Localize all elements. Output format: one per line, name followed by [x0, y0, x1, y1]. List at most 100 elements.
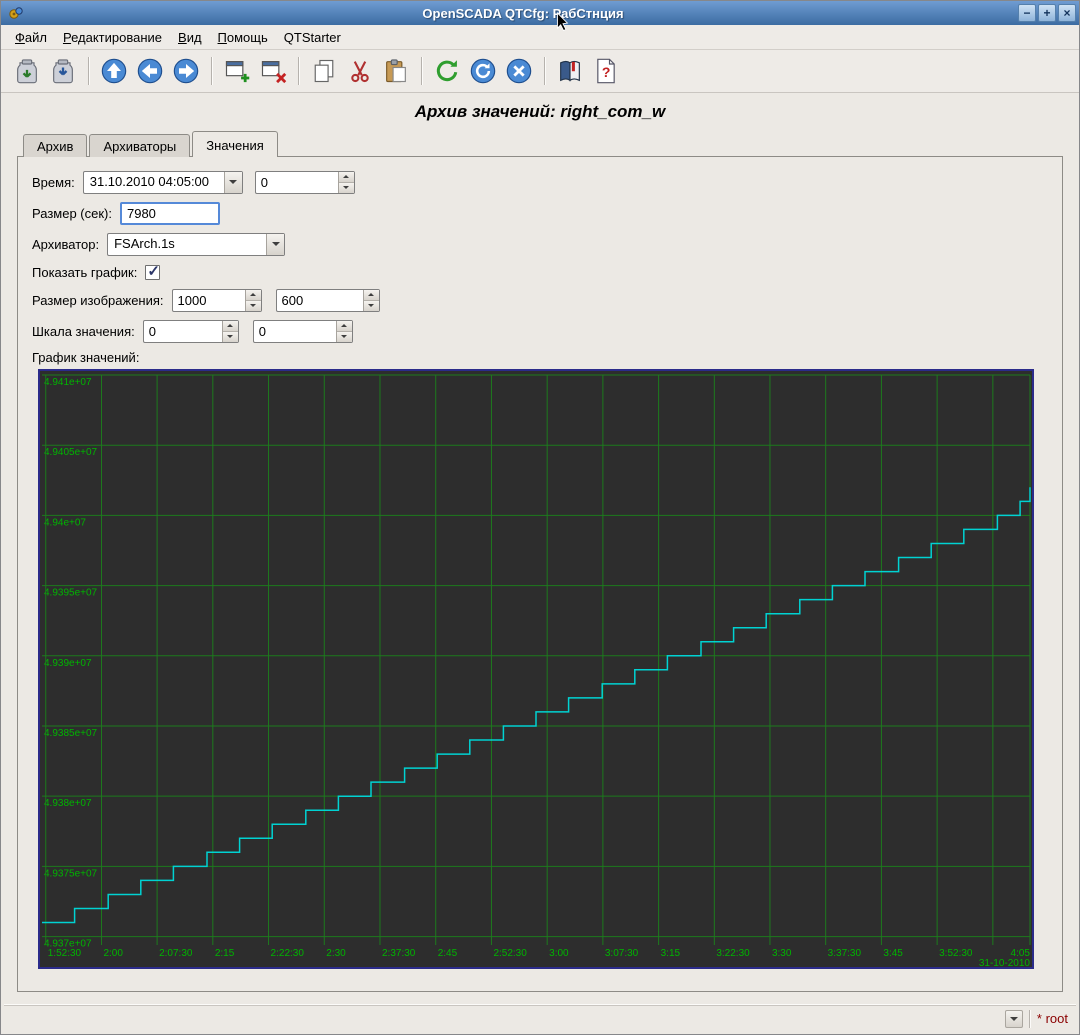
time-usec-spinbox[interactable]: 0	[255, 171, 355, 194]
svg-text:4.94e+07: 4.94e+07	[44, 517, 86, 528]
item-delete-button[interactable]	[255, 53, 291, 89]
show-graph-label: Показать график:	[32, 265, 137, 280]
item-delete-icon	[259, 57, 287, 85]
spin-down-button[interactable]	[339, 182, 354, 193]
size-row: Размер (сек):	[32, 201, 1048, 225]
trend-plot: 4.941e+07 4.9405e+07 4.94e+07 4.9395e+07 4.9…	[40, 371, 1032, 967]
scale-max-value: 0	[254, 321, 336, 342]
spin-down-button[interactable]	[223, 331, 238, 342]
spin-up-button[interactable]	[223, 321, 238, 331]
spin-down-button[interactable]	[337, 331, 352, 342]
scale-row: Шкала значения: 0 0	[32, 319, 1048, 343]
window-title: OpenSCADA QTCfg: РабСтнция	[30, 6, 1016, 21]
spin-up-button[interactable]	[337, 321, 352, 331]
save-to-db-button[interactable]	[45, 53, 81, 89]
menu-qtstarter[interactable]: QTStarter	[276, 27, 349, 48]
stop-update-button[interactable]	[501, 53, 537, 89]
image-width-value: 1000	[173, 290, 245, 311]
close-button[interactable]: ×	[1058, 4, 1076, 22]
chevron-down-icon[interactable]	[224, 172, 242, 193]
go-next-button[interactable]	[168, 53, 204, 89]
page-title: Архив значений: right_com_w	[1, 102, 1079, 122]
load-from-db-button[interactable]	[9, 53, 45, 89]
spin-up-button[interactable]	[246, 290, 261, 300]
archiver-combobox[interactable]: FSArch.1s	[107, 233, 285, 256]
show-graph-row: Показать график:	[32, 263, 1048, 281]
svg-text:2:52:30: 2:52:30	[493, 948, 527, 959]
paste-button[interactable]	[378, 53, 414, 89]
scale-max-spinbox[interactable]: 0	[253, 320, 353, 343]
spin-down-button[interactable]	[246, 300, 261, 311]
start-update-button[interactable]	[465, 53, 501, 89]
toolbar-separator	[298, 57, 299, 85]
svg-text:2:07:30: 2:07:30	[159, 948, 193, 959]
chevron-down-icon[interactable]	[266, 234, 284, 255]
svg-text:1:52:30: 1:52:30	[48, 948, 82, 959]
menu-file[interactable]: Файл	[7, 27, 55, 48]
save-to-db-icon	[49, 57, 77, 85]
time-combobox[interactable]: 31.10.2010 04:05:00	[83, 171, 243, 194]
go-next-icon	[172, 57, 200, 85]
toolbar-separator	[88, 57, 89, 85]
archiver-value: FSArch.1s	[108, 234, 266, 255]
spin-up-button[interactable]	[364, 290, 379, 300]
cut-button[interactable]	[342, 53, 378, 89]
titlebar[interactable]: OpenSCADA QTCfg: РабСтнция − + ×	[1, 1, 1079, 25]
tab-archivers[interactable]: Архиваторы	[89, 134, 190, 157]
archiver-label: Архиватор:	[32, 237, 99, 252]
tab-bar: Архив Архиваторы Значения	[23, 131, 1079, 157]
archiver-row: Архиватор: FSArch.1s	[32, 232, 1048, 256]
values-tab-panel: Время: 31.10.2010 04:05:00 0 Размер (сек…	[17, 156, 1063, 992]
copy-button[interactable]	[306, 53, 342, 89]
menubar: Файл Редактирование Вид Помощь QTStarter	[1, 25, 1079, 50]
tab-archive[interactable]: Архив	[23, 134, 87, 157]
refresh-button[interactable]	[429, 53, 465, 89]
show-graph-checkbox[interactable]	[145, 265, 160, 280]
manual-page-icon: ?	[592, 57, 620, 85]
load-from-db-icon	[13, 57, 41, 85]
svg-text:31-10-2010: 31-10-2010	[979, 958, 1031, 967]
svg-text:4.9385e+07: 4.9385e+07	[44, 728, 98, 739]
scale-min-value: 0	[144, 321, 222, 342]
manual-qtcfg-button[interactable]	[552, 53, 588, 89]
size-label: Размер (сек):	[32, 206, 112, 221]
maximize-button[interactable]: +	[1038, 4, 1056, 22]
image-height-value: 600	[277, 290, 363, 311]
menu-view[interactable]: Вид	[170, 27, 210, 48]
spin-up-button[interactable]	[339, 172, 354, 182]
image-height-spinbox[interactable]: 600	[276, 289, 380, 312]
toolbar-separator	[421, 57, 422, 85]
minimize-button[interactable]: −	[1018, 4, 1036, 22]
item-add-button[interactable]	[219, 53, 255, 89]
go-up-button[interactable]	[96, 53, 132, 89]
manual-page-button[interactable]: ?	[588, 53, 624, 89]
current-user-label: * root	[1037, 1011, 1068, 1026]
go-previous-button[interactable]	[132, 53, 168, 89]
item-add-icon	[223, 57, 251, 85]
svg-text:4.9395e+07: 4.9395e+07	[44, 588, 98, 599]
statusbar-separator	[1029, 1010, 1030, 1028]
svg-text:3:30: 3:30	[772, 948, 792, 959]
graph-label: График значений:	[32, 350, 1048, 365]
scale-label: Шкала значения:	[32, 324, 135, 339]
page-area: Архив значений: right_com_w Архив Архива…	[1, 93, 1079, 1034]
user-dropdown-button[interactable]	[1005, 1010, 1023, 1028]
paste-icon	[382, 57, 410, 85]
spin-down-button[interactable]	[364, 300, 379, 311]
time-usec-value: 0	[256, 172, 338, 193]
values-trend-chart: 4.941e+07 4.9405e+07 4.94e+07 4.9395e+07 4.9…	[38, 369, 1034, 969]
svg-text:3:45: 3:45	[883, 948, 903, 959]
manual-qtcfg-icon	[556, 57, 584, 85]
menu-edit[interactable]: Редактирование	[55, 27, 170, 48]
tab-values[interactable]: Значения	[192, 131, 277, 157]
image-width-spinbox[interactable]: 1000	[172, 289, 262, 312]
scale-min-spinbox[interactable]: 0	[143, 320, 239, 343]
svg-text:2:15: 2:15	[215, 948, 235, 959]
size-input[interactable]	[120, 202, 220, 225]
menu-help[interactable]: Помощь	[210, 27, 276, 48]
svg-text:3:22:30: 3:22:30	[716, 948, 750, 959]
svg-text:4.9405e+07: 4.9405e+07	[44, 447, 98, 458]
stop-update-icon	[505, 57, 533, 85]
svg-text:3:52:30: 3:52:30	[939, 948, 973, 959]
svg-text:4.941e+07: 4.941e+07	[44, 377, 92, 388]
